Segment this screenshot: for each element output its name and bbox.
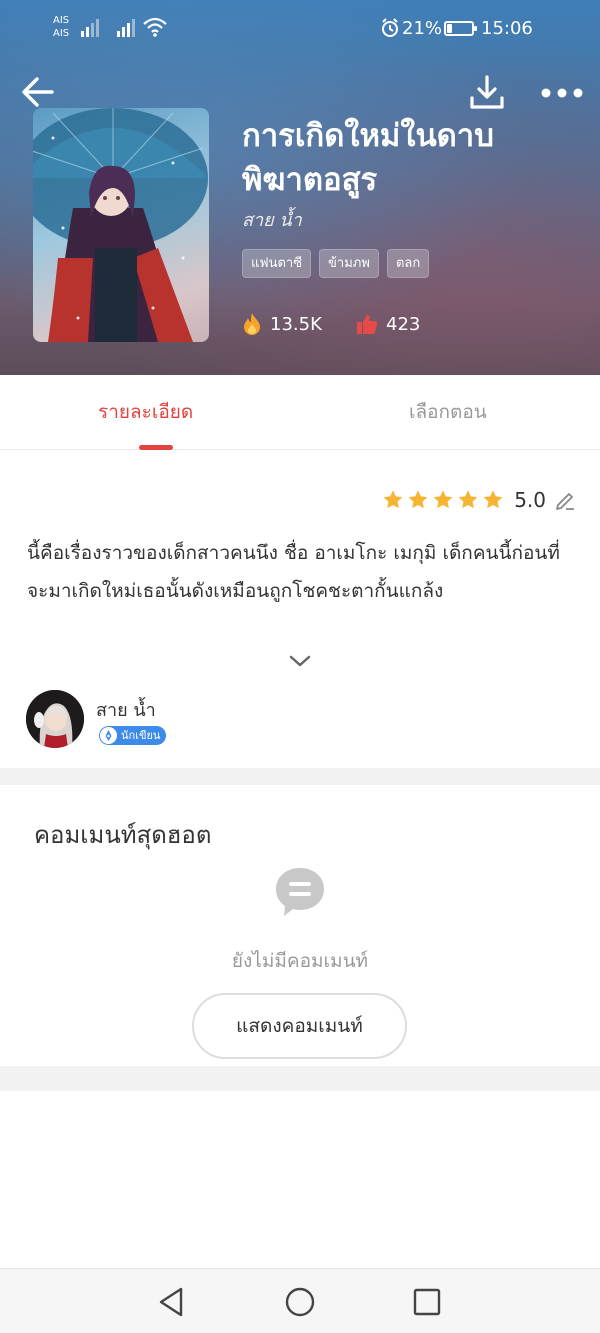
section-divider [0, 1066, 600, 1091]
carrier-2-label: AIS [53, 28, 70, 39]
book-header: AIS AIS 21% 15:06 การเกิดใหม่ในดาบพิฆาตอ… [0, 0, 600, 375]
tab-bar: รายละเอียด เลือกตอน [0, 375, 600, 450]
no-comments-text: ยังไม่มีคอมเมนท์ [231, 950, 369, 972]
book-title: การเกิดใหม่ในดาบพิฆาตอสูร [242, 118, 494, 198]
battery-icon [444, 21, 477, 36]
clock: 15:06 [481, 18, 533, 39]
arrow-left-icon[interactable] [20, 74, 56, 110]
star-icon [433, 490, 453, 509]
views-count: 13.5K [270, 313, 322, 335]
battery-fill [447, 24, 453, 33]
star-icon [408, 490, 428, 509]
likes-count: 423 [386, 313, 421, 335]
nav-back-triangle-icon[interactable] [155, 1285, 189, 1319]
tab-chapters[interactable]: เลือกตอน [300, 375, 600, 450]
synopsis: นี้คือเรื่องราวของเด็กสาวคนนึง ชื่อ อาเม… [27, 542, 560, 602]
cover-illustration [33, 108, 208, 342]
nav-recents-square-icon[interactable] [410, 1285, 444, 1319]
tag[interactable]: ตลก [386, 249, 430, 278]
nav-home-circle-icon[interactable] [283, 1285, 317, 1319]
rating-stars [382, 489, 504, 511]
tag[interactable]: แฟนตาซี [242, 249, 312, 278]
tag-list: แฟนตาซี ข้ามภพ ตลก [242, 249, 430, 278]
avatar-image [26, 690, 84, 748]
show-comments-button[interactable]: แสดงคอมเมนท์ [192, 993, 407, 1059]
avatar[interactable] [26, 690, 84, 748]
signal-icon [81, 19, 99, 37]
views-stat: 13.5K [242, 309, 322, 339]
alarm-icon [382, 18, 398, 37]
star-icon [458, 490, 478, 509]
hot-comments-title: คอมเมนท์สุดฮอต [34, 821, 212, 849]
tab-indicator [139, 445, 173, 450]
quill-icon [100, 727, 117, 744]
status-bar: AIS AIS 21% 15:06 [0, 0, 600, 60]
system-nav-bar [0, 1268, 600, 1333]
likes-stat[interactable]: 423 [356, 309, 420, 339]
battery-percent: 21% [402, 18, 443, 39]
writer-badge: นักเขียน [99, 726, 167, 745]
signal-icon [117, 19, 135, 37]
status-right: 21% 15:06 [380, 16, 600, 42]
author-card-name: สาย น้ำ [96, 700, 156, 721]
wifi-icon [143, 17, 167, 37]
carrier-1-label: AIS [53, 15, 70, 26]
more-dots-icon[interactable] [540, 84, 584, 102]
tag[interactable]: ข้ามภพ [319, 249, 379, 278]
rating: 5.0 [382, 486, 576, 514]
book-cover[interactable] [33, 108, 209, 342]
author-card[interactable]: สาย น้ำ นักเขียน [26, 690, 326, 750]
rating-value: 5.0 [514, 488, 546, 512]
thumbs-up-icon [357, 315, 378, 334]
download-icon[interactable] [468, 74, 506, 112]
pencil-icon[interactable] [554, 489, 576, 511]
fire-icon [244, 313, 260, 335]
carrier-labels: AIS AIS [53, 14, 69, 40]
book-author[interactable]: สาย น้ำ [242, 205, 302, 234]
star-icon [483, 490, 503, 509]
book-stats: 13.5K 423 [242, 309, 542, 339]
star-icon [383, 490, 403, 509]
tab-details[interactable]: รายละเอียด [5, 375, 305, 450]
chevron-down-icon[interactable] [288, 652, 312, 670]
writer-badge-label: นักเขียน [121, 729, 161, 742]
chat-bubble-icon [276, 868, 324, 916]
section-divider [0, 768, 600, 785]
